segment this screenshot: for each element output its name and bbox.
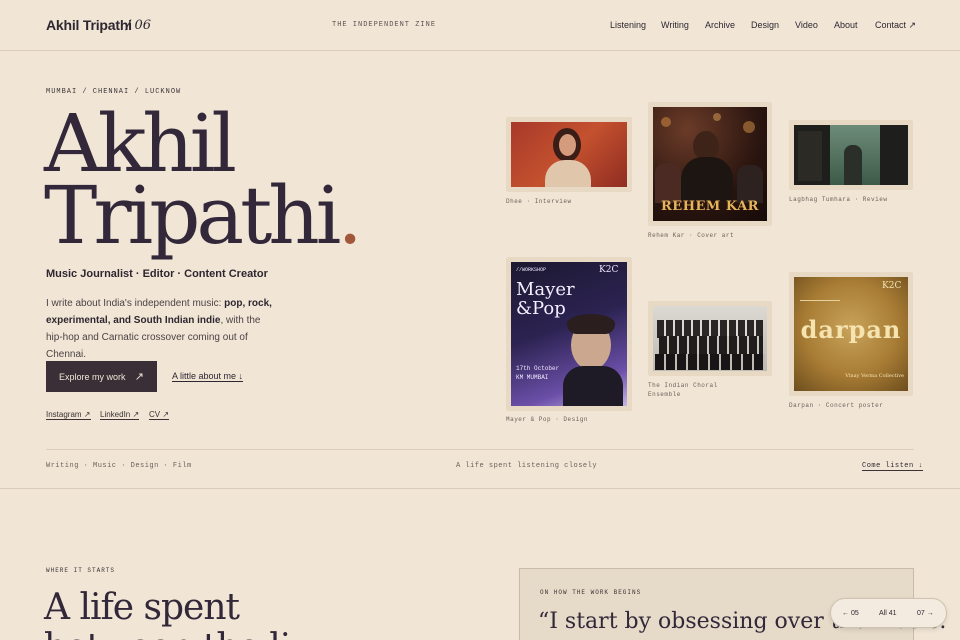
section-heading-line2: between the li: [44, 628, 291, 640]
poster-logo: K2C: [599, 265, 619, 275]
linkedin-link[interactable]: LinkedIn ↗: [100, 410, 140, 420]
caption-rehem-kar: Rehem Kar · Cover art: [648, 232, 735, 239]
issue-number: / 06: [126, 18, 152, 33]
come-listen-link[interactable]: Come listen ↓: [862, 462, 924, 471]
bokeh-light: [713, 113, 721, 121]
poster-tag: //WORKSHOP: [516, 267, 547, 273]
poster-logo: K2C: [882, 281, 902, 291]
gallery-card-darpan[interactable]: K2C darpan Vinay Verma Collective: [789, 272, 913, 396]
lagbhag-tumhara-still: [794, 125, 908, 185]
explore-work-label: Explore my work: [59, 372, 126, 382]
quote-eyebrow: ON HOW THE WORK BEGINS: [540, 589, 642, 596]
strip-motto: A life spent listening closely: [456, 462, 598, 470]
roles-line: Music Journalist · Editor · Content Crea…: [46, 268, 268, 280]
musician-left: [655, 163, 681, 203]
issue-pager: ← 05 All 41 07 →: [830, 598, 947, 628]
caption-darpan: Darpan · Concert poster: [789, 402, 884, 409]
cv-link[interactable]: CV ↗: [149, 410, 170, 420]
section-heading: A life spent between the li: [44, 587, 291, 640]
gallery-card-rehem-kar[interactable]: REHEM KAR: [648, 102, 772, 226]
gallery-card-lagbhag-tumhara[interactable]: [789, 120, 913, 190]
gallery-card-choral-ensemble[interactable]: [648, 301, 772, 376]
poster-venue: KM MUMBAI: [516, 374, 549, 381]
darpan-title: darpan: [800, 315, 902, 344]
nav-archive[interactable]: Archive: [705, 20, 735, 30]
choir-middle-row: [659, 336, 763, 356]
section-eyebrow: WHERE IT STARTS: [46, 567, 116, 574]
darpan-poster: K2C darpan Vinay Verma Collective: [794, 277, 908, 391]
location-list: MUMBAI / CHENNAI / LUCKNOW: [46, 88, 182, 96]
mayer-pop-title: Mayer &Pop: [516, 279, 575, 319]
bokeh-light: [743, 121, 755, 133]
wall-shadow: [798, 131, 822, 181]
site-tagline: THE INDEPENDENT ZINE: [332, 21, 437, 29]
musician-right: [737, 165, 763, 203]
nav-listening[interactable]: Listening: [610, 20, 646, 30]
nav-contact[interactable]: Contact ↗: [875, 20, 916, 31]
caption-choral-ensemble: The Indian Choral Ensemble: [648, 382, 718, 398]
figure-silhouette: [844, 145, 862, 185]
mayer-pop-poster: //WORKSHOP K2C Mayer &Pop 17th October K…: [511, 262, 627, 406]
shirt-shape: [545, 160, 591, 187]
all-issues-button[interactable]: All 41: [879, 610, 897, 617]
hero-name-last: Tripathi.: [44, 176, 363, 256]
section-heading-line1: A life spent: [44, 587, 240, 628]
poster-date: 17th October: [516, 365, 560, 372]
caption-lagbhag-tumhara: Lagbhag Tumhara · Review: [789, 196, 888, 203]
portrait-body: [563, 366, 623, 406]
explore-work-button[interactable]: Explore my work ↗: [46, 361, 157, 392]
choir-front-row: [655, 354, 765, 370]
bokeh-light: [661, 117, 671, 127]
caption-dhee: Dhee · Interview: [506, 198, 572, 205]
nav-writing[interactable]: Writing: [661, 20, 689, 30]
intro-paragraph: I write about India's independent music:…: [46, 295, 276, 363]
top-nav-bar: Akhil Tripathi / 06 THE INDEPENDENT ZINE…: [0, 0, 960, 51]
rehem-kar-title: REHEM KAR: [661, 199, 759, 214]
prev-issue-button[interactable]: ← 05: [842, 610, 859, 617]
nav-design[interactable]: Design: [751, 20, 779, 30]
section-divider: [0, 488, 960, 489]
intro-prefix: I write about India's independent music:: [46, 298, 225, 309]
gallery-card-mayer-pop[interactable]: //WORKSHOP K2C Mayer &Pop 17th October K…: [506, 257, 632, 411]
hero-name-last-text: Tripathi: [44, 169, 341, 262]
choral-ensemble-photo: [653, 306, 767, 371]
instagram-link[interactable]: Instagram ↗: [46, 410, 91, 420]
arrow-up-right-icon: ↗: [134, 371, 144, 383]
topic-list: Writing · Music · Design · Film: [46, 462, 192, 470]
rehem-kar-cover: REHEM KAR: [653, 107, 767, 221]
face-shape: [559, 134, 576, 156]
about-me-link[interactable]: A little about me ↓: [172, 371, 244, 382]
next-issue-button[interactable]: 07 →: [917, 610, 934, 617]
nav-about[interactable]: About: [834, 20, 858, 30]
dhee-photo: [511, 122, 627, 187]
brand-name[interactable]: Akhil Tripathi: [46, 17, 132, 33]
accent-dot: .: [337, 169, 363, 262]
caption-mayer-pop: Mayer & Pop · Design: [506, 416, 589, 423]
nav-video[interactable]: Video: [795, 20, 818, 30]
singer-body: [681, 157, 733, 201]
gallery-card-dhee[interactable]: [506, 117, 632, 192]
poster-ornament: [800, 283, 840, 301]
poster-subtitle: Vinay Verma Collective: [845, 373, 904, 379]
portrait-hair: [567, 314, 615, 334]
divider: [46, 449, 914, 450]
